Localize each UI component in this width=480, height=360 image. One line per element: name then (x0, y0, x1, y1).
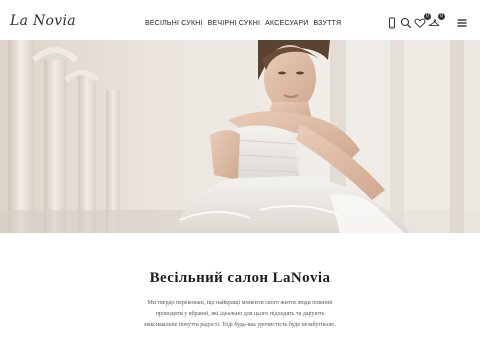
header-icons: 0 0 (386, 13, 476, 31)
nav-item-evening-dresses[interactable]: ВЕЧІРНІ СУКНІ (208, 20, 261, 27)
main-nav: ВЕСІЛЬНІ СУКНІ ВЕЧІРНІ СУКНІ АКСЕСУАРИ В… (145, 20, 346, 27)
heart-icon[interactable]: 0 (414, 13, 431, 29)
hanger-icon[interactable]: 0 (428, 13, 445, 29)
nav-item-wedding-dresses[interactable]: ВЕСІЛЬНІ СУКНІ (145, 20, 203, 27)
menu-icon[interactable] (456, 17, 468, 29)
nav-item-accessories[interactable]: АКСЕСУАРИ (265, 20, 308, 27)
cart-count-badge: 0 (438, 13, 445, 20)
logo[interactable]: La Novia (10, 13, 76, 29)
intro-text: Ми твердо переконані, що найкращі момент… (144, 300, 336, 328)
hero-image-bride (0, 40, 480, 233)
nav-item-shoes[interactable]: ВЗУТТЯ (314, 20, 342, 27)
search-icon[interactable] (400, 17, 412, 29)
site-header: La Novia ВЕСІЛЬНІ СУКНІ ВЕЧІРНІ СУКНІ АК… (0, 0, 480, 40)
hero-banner (0, 40, 480, 233)
intro-title: Весільний салон LaNovia (149, 270, 331, 286)
phone-icon[interactable] (386, 17, 398, 29)
